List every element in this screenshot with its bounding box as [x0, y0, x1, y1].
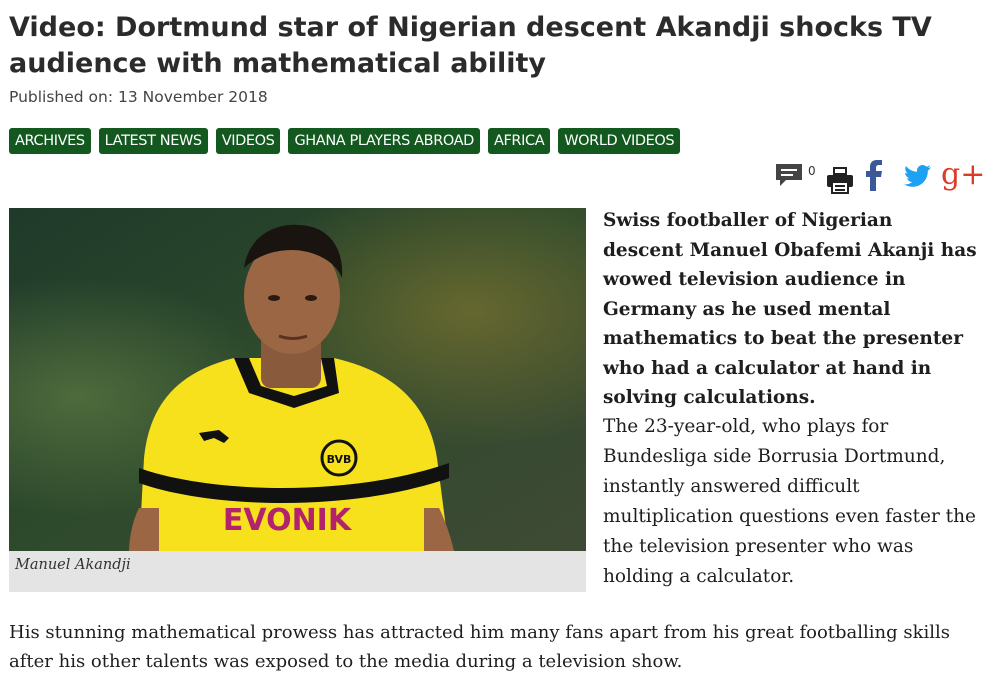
comment-icon[interactable] — [774, 162, 804, 188]
article-title: Video: Dortmund star of Nigerian descent… — [9, 12, 932, 79]
facebook-icon[interactable] — [862, 160, 884, 192]
article-paragraph: His stunning mathematical prowess has at… — [9, 622, 951, 672]
tag-archives[interactable]: ARCHIVES — [9, 128, 91, 154]
print-icon[interactable] — [826, 166, 854, 194]
published-date: 13 November 2018 — [118, 88, 268, 106]
tag-videos[interactable]: VIDEOS — [215, 128, 281, 154]
twitter-icon[interactable] — [904, 164, 932, 188]
tag-ghana-players-abroad[interactable]: GHANA PLAYERS ABROAD — [288, 128, 480, 154]
published-info: Published on: 13 November 2018 — [9, 88, 268, 106]
crest-text: BVB — [327, 453, 352, 466]
image-caption: Manuel Akandji — [15, 557, 131, 573]
article-lede: Swiss footballer of Nigerian descent Man… — [603, 210, 977, 408]
comment-count: 0 — [808, 164, 816, 178]
share-bar: 0 g+ — [774, 158, 985, 194]
article-paragraph: The 23-year-old, who plays for Bundeslig… — [603, 416, 976, 587]
google-plus-icon[interactable]: g+ — [941, 158, 985, 192]
published-label: Published on: — [9, 88, 114, 106]
tag-list: ARCHIVES LATEST NEWS VIDEOS GHANA PLAYER… — [9, 128, 681, 154]
shirt-sponsor-text: EVONIK — [223, 503, 353, 538]
tag-africa[interactable]: AFRICA — [487, 128, 551, 154]
tag-latest-news[interactable]: LATEST NEWS — [98, 128, 208, 154]
article-image-figure: BVB EVONIK — [9, 208, 586, 592]
tag-world-videos[interactable]: WORLD VIDEOS — [558, 128, 681, 154]
player-photo: BVB EVONIK — [9, 208, 586, 551]
